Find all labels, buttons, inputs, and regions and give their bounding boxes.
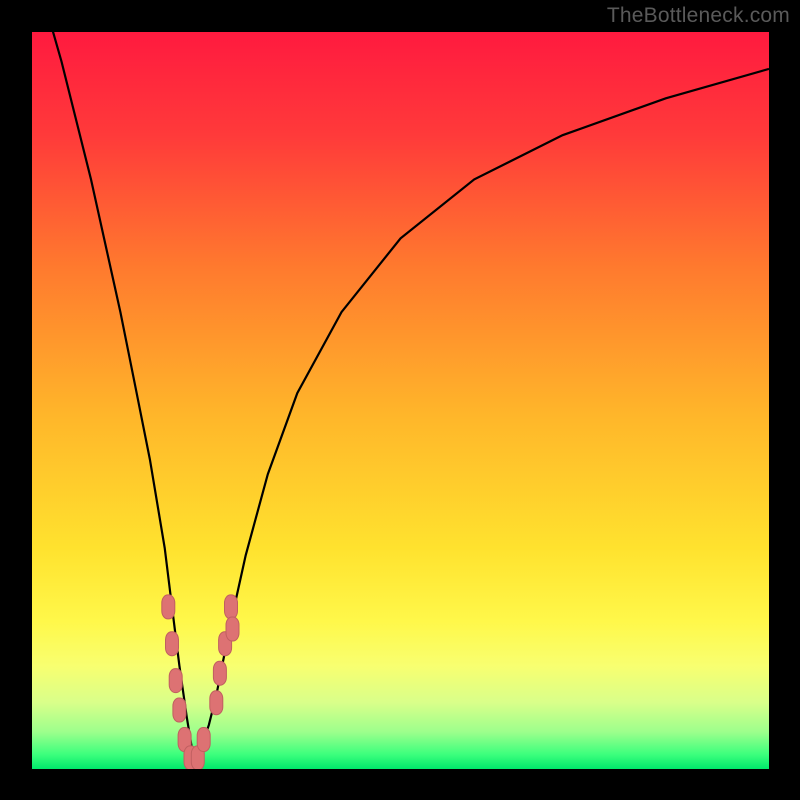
- highlight-marker: [173, 698, 186, 722]
- bottleneck-curve: [32, 32, 769, 762]
- outer-frame: TheBottleneck.com: [0, 0, 800, 800]
- highlight-marker: [197, 728, 210, 752]
- highlight-marker: [226, 617, 239, 641]
- highlight-marker: [162, 595, 175, 619]
- highlight-marker: [225, 595, 238, 619]
- plot-area: [32, 32, 769, 769]
- chart-svg: [32, 32, 769, 769]
- highlight-marker: [213, 661, 226, 685]
- watermark-text: TheBottleneck.com: [607, 4, 790, 28]
- highlight-marker: [166, 632, 179, 656]
- highlight-marker: [169, 669, 182, 693]
- highlight-marker: [210, 691, 223, 715]
